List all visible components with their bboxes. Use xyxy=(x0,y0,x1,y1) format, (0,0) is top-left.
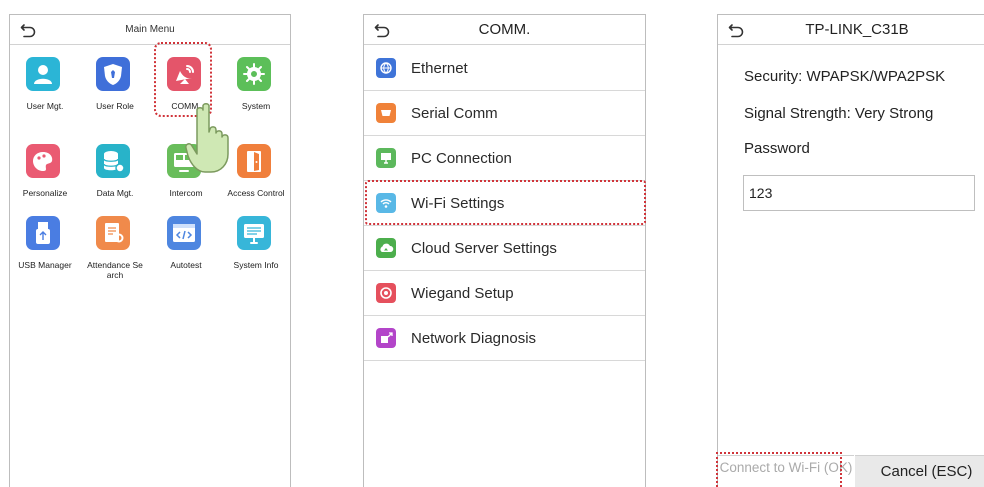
comm-item-globe[interactable]: Ethernet xyxy=(364,46,645,91)
page-title: TP-LINK_C31B xyxy=(805,21,909,38)
cloud-icon xyxy=(376,238,396,258)
menu-tile-palette[interactable]: Personalize xyxy=(10,144,80,216)
code-window-icon xyxy=(167,216,201,250)
palette-icon xyxy=(26,144,60,178)
menu-tile-shield[interactable]: User Role xyxy=(80,57,150,129)
network-diagnosis-icon xyxy=(376,328,396,348)
globe-icon xyxy=(376,58,396,78)
comm-item-pc[interactable]: PC Connection xyxy=(364,136,645,181)
cancel-button[interactable]: Cancel (ESC) xyxy=(855,455,984,487)
wiegand-icon xyxy=(376,283,396,303)
menu-tile-label: System Info xyxy=(233,260,279,270)
security-text: Security: WPAPSK/WPA2PSK xyxy=(744,68,946,85)
page-title: Main Menu xyxy=(125,24,175,35)
menu-tile-label: User Role xyxy=(96,101,134,111)
menu-tile-label: Personalize xyxy=(22,188,68,198)
comm-item-label: Network Diagnosis xyxy=(411,329,537,347)
menu-tile-label: Autotest xyxy=(170,260,202,270)
title-bar: Main Menu xyxy=(10,15,290,45)
back-icon[interactable] xyxy=(18,20,38,40)
menu-tile-label: User Mgt. xyxy=(26,101,64,111)
menu-tile-label: Intercom xyxy=(169,188,203,198)
menu-tile-usb[interactable]: USB Manager xyxy=(10,216,80,288)
comm-item-network-diagnosis[interactable]: Network Diagnosis xyxy=(364,316,645,361)
password-input[interactable]: 123 xyxy=(743,175,975,211)
shield-icon xyxy=(96,57,130,91)
wifi-detail-panel: TP-LINK_C31B Security: WPAPSK/WPA2PSK Si… xyxy=(717,14,984,487)
comm-menu-panel: COMM. Ethernet Serial Comm PC Connection Wi… xyxy=(363,14,646,487)
signal-strength-text: Signal Strength: Very Strong xyxy=(744,105,934,122)
menu-tile-label: Data Mgt. xyxy=(96,188,134,198)
gear-icon xyxy=(237,57,271,91)
comm-item-label: Wiegand Setup xyxy=(411,284,514,302)
menu-tile-code-window[interactable]: Autotest xyxy=(151,216,221,288)
menu-tile-label: USB Manager xyxy=(18,260,72,270)
connect-highlight-outline xyxy=(716,452,842,487)
wifi-settings-highlight-outline xyxy=(365,180,646,225)
password-label: Password xyxy=(744,140,810,157)
comm-item-label: Cloud Server Settings xyxy=(411,239,557,257)
menu-tile-label: Attendance Se arch xyxy=(87,260,143,280)
comm-item-label: PC Connection xyxy=(411,149,512,167)
pc-icon xyxy=(376,148,396,168)
user-icon xyxy=(26,57,60,91)
comm-item-cloud[interactable]: Cloud Server Settings xyxy=(364,226,645,271)
menu-tile-database[interactable]: Data Mgt. xyxy=(80,144,150,216)
back-icon[interactable] xyxy=(726,20,746,40)
database-icon xyxy=(96,144,130,178)
comm-item-serial-port[interactable]: Serial Comm xyxy=(364,91,645,136)
back-icon[interactable] xyxy=(372,20,392,40)
door-icon xyxy=(237,144,271,178)
menu-tile-document-search[interactable]: Attendance Se arch xyxy=(80,216,150,288)
pointing-hand-icon xyxy=(185,103,229,173)
menu-tile-computer-info[interactable]: System Info xyxy=(221,216,290,288)
menu-tile-user[interactable]: User Mgt. xyxy=(10,57,80,129)
title-bar: COMM. xyxy=(364,15,645,45)
menu-tile-label: Access Control xyxy=(227,188,285,198)
usb-icon xyxy=(26,216,60,250)
title-bar: TP-LINK_C31B xyxy=(718,15,984,45)
serial-port-icon xyxy=(376,103,396,123)
comm-item-wiegand[interactable]: Wiegand Setup xyxy=(364,271,645,316)
comm-item-label: Serial Comm xyxy=(411,104,498,122)
page-title: COMM. xyxy=(478,21,531,38)
main-menu-panel: Main Menu User Mgt. User Role COMM. System P… xyxy=(9,14,291,487)
document-search-icon xyxy=(96,216,130,250)
computer-info-icon xyxy=(237,216,271,250)
comm-item-label: Ethernet xyxy=(411,59,468,77)
